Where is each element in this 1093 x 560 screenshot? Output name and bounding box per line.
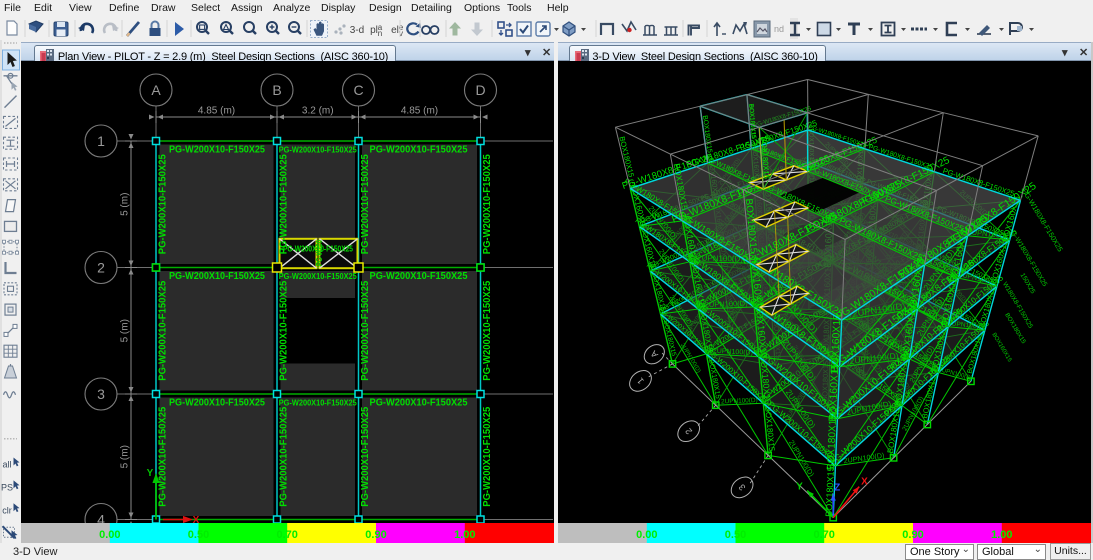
svg-text:nd: nd	[774, 24, 784, 34]
svg-text:PG-W200X10-F150X25: PG-W200X10-F150X25	[482, 406, 493, 506]
svg-text:PG-W200X10-F150X25: PG-W200X10-F150X25	[158, 406, 169, 506]
svg-text:PG-W200X10-F150X25: PG-W200X10-F150X25	[279, 406, 290, 506]
svg-text:PG-W200X10-F150X25: PG-W200X10-F150X25	[279, 145, 357, 155]
svg-text:5 (m): 5 (m)	[120, 193, 131, 216]
svg-text:pl: pl	[370, 25, 378, 36]
svg-text:0.90: 0.90	[902, 529, 923, 541]
svg-text:0.00: 0.00	[99, 529, 120, 541]
svg-text:PG-W200X10-F150X25: PG-W200X10-F150X25	[169, 398, 265, 409]
svg-text:0.50: 0.50	[188, 529, 209, 541]
svg-text:PG-W200X10-F150X25: PG-W200X10-F150X25	[370, 271, 468, 282]
svg-text:1: 1	[97, 133, 105, 149]
svg-text:Z: Z	[834, 483, 840, 494]
svg-text:2UPN100(D): 2UPN100(D)	[721, 397, 758, 406]
svg-text:PG-W200X10-F150X25: PG-W200X10-F150X25	[169, 145, 265, 156]
svg-text:0.70: 0.70	[813, 529, 834, 541]
svg-text:4: 4	[97, 512, 105, 524]
svg-text:0.50: 0.50	[725, 529, 746, 541]
svg-text:BOX160X15: BOX160X15	[829, 314, 844, 373]
svg-text:A: A	[151, 82, 161, 98]
svg-text:PG-W200: PG-W200	[315, 240, 324, 266]
svg-text:PG-W200X10-F150X25: PG-W200X10-F150X25	[158, 280, 169, 380]
svg-text:all: all	[2, 460, 11, 470]
svg-text:PG-W200X10-F150X25: PG-W200X10-F150X25	[279, 154, 290, 254]
svg-text:3.2 (m): 3.2 (m)	[302, 106, 334, 117]
svg-text:PG-W200X10-F150X25: PG-W200X10-F150X25	[360, 280, 371, 380]
svg-text:PG-W200X10-F150X25: PG-W200X10-F150X25	[360, 154, 371, 254]
svg-text:3-d: 3-d	[350, 25, 364, 36]
svg-text:PG-W200X10-F150X25: PG-W200X10-F150X25	[279, 271, 357, 281]
svg-text:1: 1	[635, 376, 646, 386]
svg-text:A: A	[649, 349, 661, 360]
svg-text:PG-W200X10-F150X25: PG-W200X10-F150X25	[370, 145, 468, 156]
svg-text:PG-W200X10-F150X25: PG-W200X10-F150X25	[360, 406, 371, 506]
svg-text:2UPN100(D): 2UPN100(D)	[705, 299, 749, 310]
svg-text:PG-W180X8-F150X25: PG-W180X8-F150X25	[1020, 187, 1065, 253]
svg-text:5 (m): 5 (m)	[120, 445, 131, 468]
svg-text:150X25: 150X25	[1019, 272, 1037, 295]
svg-text:0.90: 0.90	[365, 529, 386, 541]
svg-text:n: n	[378, 29, 382, 38]
svg-text:X: X	[861, 477, 868, 488]
svg-text:3: 3	[737, 482, 748, 492]
svg-text:5 (m): 5 (m)	[120, 319, 131, 342]
svg-text:PG-W200X10-F150X25: PG-W200X10-F150X25	[158, 154, 169, 254]
svg-text:PG-W200X10-F150X25: PG-W200X10-F150X25	[279, 398, 357, 408]
svg-text:PS: PS	[1, 482, 13, 492]
svg-text:clr: clr	[2, 505, 12, 515]
svg-text:B: B	[272, 82, 281, 98]
svg-text:1.00: 1.00	[454, 529, 475, 541]
svg-text:BOX180X15: BOX180X15	[747, 103, 757, 139]
svg-text:2: 2	[683, 426, 694, 436]
svg-text:0.00: 0.00	[636, 529, 657, 541]
svg-text:3: 3	[97, 386, 105, 402]
svg-text:el: el	[391, 25, 399, 36]
svg-text:PG-W200X10-F150X25: PG-W200X10-F150X25	[169, 271, 265, 282]
svg-text:BOX160X15: BOX160X15	[990, 332, 1012, 364]
svg-text:1.00: 1.00	[991, 529, 1012, 541]
svg-text:X: X	[193, 515, 200, 523]
svg-text:PG-W200X10-F150X25: PG-W200X10-F150X25	[370, 398, 468, 409]
svg-text:BOX180X15: BOX180X15	[617, 136, 636, 179]
svg-text:BOX180X15: BOX180X15	[701, 115, 713, 154]
svg-text:Y: Y	[147, 468, 154, 479]
svg-text:Y: Y	[796, 482, 803, 493]
svg-text:PG-W200X10-F150X25: PG-W200X10-F150X25	[482, 154, 493, 254]
svg-text:0.70: 0.70	[276, 529, 297, 541]
svg-text:2: 2	[97, 260, 105, 276]
svg-text:PG-W200X10-F150X25: PG-W200X10-F150X25	[279, 280, 290, 380]
svg-text:D: D	[475, 82, 485, 98]
svg-text:4.85 (m): 4.85 (m)	[198, 106, 235, 117]
svg-text:C: C	[353, 82, 363, 98]
svg-text:PG-W200X10-F150X25: PG-W200X10-F150X25	[482, 280, 493, 380]
svg-text:4.85 (m): 4.85 (m)	[401, 106, 438, 117]
